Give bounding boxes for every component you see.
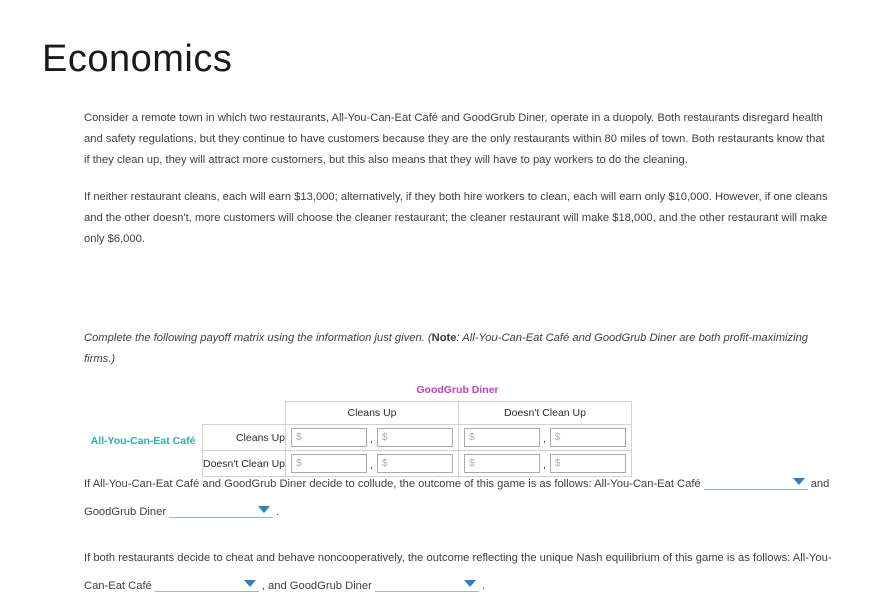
dropdown-collude-cafe[interactable] <box>703 472 808 490</box>
corner-blank-cell <box>203 402 286 425</box>
question-collude-segment-3: . <box>276 506 280 518</box>
chevron-down-icon <box>792 478 805 485</box>
pair-separator: , <box>370 460 373 471</box>
payoff-input-r0c0-right[interactable] <box>376 428 453 447</box>
question-collude: If All-You-Can-Eat Café and GoodGrub Din… <box>84 470 832 526</box>
payoff-input-r0c1-right[interactable] <box>549 428 626 447</box>
chevron-down-icon <box>258 506 271 513</box>
matrix-row-player-label: All-You-Can-Eat Café <box>90 435 196 447</box>
paragraph-scenario: Consider a remote town in which two rest… <box>84 112 825 166</box>
table-row: Doesn't Clean Up , , <box>202 450 632 477</box>
payoff-matrix-table: Cleans Up Doesn't Clean Up Cleans Up , , <box>202 401 632 477</box>
pair-separator: , <box>543 460 546 471</box>
pair-separator: , <box>370 434 373 445</box>
content-area: Consider a remote town in which two rest… <box>84 108 832 600</box>
instruction-note-label: Note <box>431 332 457 344</box>
column-header-doesnt-clean-up: Doesn't Clean Up <box>458 401 632 425</box>
chevron-down-icon <box>243 580 256 587</box>
cell-doesnt-cleans: , <box>285 450 459 477</box>
row-header-doesnt-clean-up: Doesn't Clean Up <box>202 450 286 477</box>
payoff-input-r0c1-left[interactable] <box>464 428 541 447</box>
dropdown-nash-diner[interactable] <box>374 574 479 592</box>
table-header-row: Cleans Up Doesn't Clean Up <box>203 401 632 425</box>
paragraph-payoffs: If neither restaurant cleans, each will … <box>84 191 828 245</box>
question-nash: If both restaurants decide to cheat and … <box>84 544 832 600</box>
page-title: Economics <box>42 38 233 81</box>
question-nash-segment-2: , and GoodGrub Diner <box>261 580 372 592</box>
payoff-input-r1c1-right[interactable] <box>549 454 626 473</box>
cell-cleans-cleans: , <box>285 424 459 451</box>
cell-doesnt-doesnt: , <box>458 450 632 477</box>
column-header-cleans-up: Cleans Up <box>285 401 459 425</box>
dropdown-collude-diner[interactable] <box>169 500 274 518</box>
payoff-input-r0c0-left[interactable] <box>291 428 368 447</box>
instruction-text: Complete the following payoff matrix usi… <box>84 328 832 370</box>
question-collude-segment-1: If All-You-Can-Eat Café and GoodGrub Din… <box>84 478 701 490</box>
payoff-input-r1c0-right[interactable] <box>376 454 453 473</box>
question-nash-segment-3: . <box>481 580 485 592</box>
cell-cleans-doesnt: , <box>458 424 632 451</box>
table-row: Cleans Up , , <box>202 424 632 451</box>
dropdown-nash-cafe[interactable] <box>154 574 259 592</box>
vertical-spacer <box>84 266 832 328</box>
pair-separator: , <box>543 434 546 445</box>
question-gap <box>84 526 832 544</box>
instruction-lead: Complete the following payoff matrix usi… <box>84 332 432 344</box>
matrix-column-player-label: GoodGrub Diner <box>416 384 499 396</box>
payoff-input-r1c0-left[interactable] <box>291 454 368 473</box>
chevron-down-icon <box>463 580 476 587</box>
row-header-cleans-up: Cleans Up <box>202 424 286 451</box>
payoff-matrix: GoodGrub Diner All-You-Can-Eat Café Clea… <box>84 384 832 477</box>
payoff-input-r1c1-left[interactable] <box>464 454 541 473</box>
